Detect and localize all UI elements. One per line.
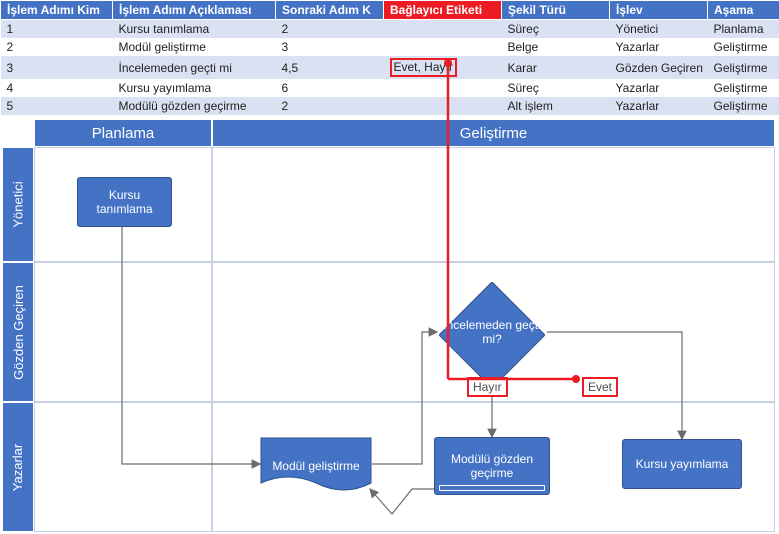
shape-inceleme-decision: İncelemeden geçti mi? [437,292,547,372]
col-function: İşlev [610,1,708,20]
cell-id: 1 [1,20,113,39]
table-row: 2 Modül geliştirme 3 Belge Yazarlar Geli… [1,38,779,56]
col-step-desc: İşlem Adımı Açıklaması [113,1,276,20]
cell-desc: Modül geliştirme [113,38,276,56]
table-row: 5 Modülü gözden geçirme 2 Alt işlem Yaza… [1,97,779,115]
shape-kursu-tanimla: Kursu tanımlama [77,177,172,227]
shape-label: Modülü gözden geçirme [439,452,545,481]
cell-id: 4 [1,79,113,97]
cell-id: 3 [1,56,113,79]
table-row: 3 İncelemeden geçti mi 4,5 Evet, Hayır K… [1,56,779,79]
cell-func: Gözden Geçiren [610,56,708,79]
cell-func: Yazarlar [610,97,708,115]
shape-label: Modül geliştirme [272,459,359,473]
process-table: İşlem Adımı Kim İşlem Adımı Açıklaması S… [0,0,779,115]
cell-desc: Modülü gözden geçirme [113,97,276,115]
cell-desc: Kursu tanımlama [113,20,276,39]
cell-conn [384,97,502,115]
shape-kursu-yayimla: Kursu yayımlama [622,439,742,489]
col-phase: Aşama [708,1,779,20]
cell-next: 2 [276,97,384,115]
cell-conn [384,20,502,39]
swimlane-diagram: Planlama Geliştirme Yönetici Gözden Geçi… [2,119,777,534]
cell-func: Yazarlar [610,38,708,56]
cell-phase: Planlama [708,20,779,39]
cell-shape: Karar [502,56,610,79]
cell-shape: Alt işlem [502,97,610,115]
cell-shape: Süreç [502,20,610,39]
cell-desc: Kursu yayımlama [113,79,276,97]
shape-modul-gozden: Modülü gözden geçirme [434,437,550,495]
col-step-id: İşlem Adımı Kim [1,1,113,20]
cell-shape: Süreç [502,79,610,97]
cell-conn [384,38,502,56]
cell-shape: Belge [502,38,610,56]
cell-phase: Geliştirme [708,38,779,56]
cell-next: 6 [276,79,384,97]
cell-next: 2 [276,20,384,39]
cell-next: 3 [276,38,384,56]
label-evet: Evet [582,377,618,397]
table-row: 1 Kursu tanımlama 2 Süreç Yönetici Planl… [1,20,779,39]
table-row: 4 Kursu yayımlama 6 Süreç Yazarlar Geliş… [1,79,779,97]
cell-phase: Geliştirme [708,97,779,115]
cell-phase: Geliştirme [708,56,779,79]
connector-label-highlight: Evet, Hayır [390,58,457,77]
shape-modul-gelistirme: Modül geliştirme [260,437,372,495]
cell-id: 2 [1,38,113,56]
shape-label: İncelemeden geçti mi? [441,318,543,347]
cell-conn: Evet, Hayır [384,56,502,79]
cell-func: Yazarlar [610,79,708,97]
col-connector-label: Bağlayıcı Etiketi [384,1,502,20]
col-shape-type: Şekil Türü [502,1,610,20]
cell-id: 5 [1,97,113,115]
cell-conn [384,79,502,97]
cell-phase: Geliştirme [708,79,779,97]
subprocess-bar-icon [439,485,545,491]
cell-desc: İncelemeden geçti mi [113,56,276,79]
col-next-step: Sonraki Adım K [276,1,384,20]
label-hayir: Hayır [467,377,508,397]
cell-next: 4,5 [276,56,384,79]
cell-func: Yönetici [610,20,708,39]
